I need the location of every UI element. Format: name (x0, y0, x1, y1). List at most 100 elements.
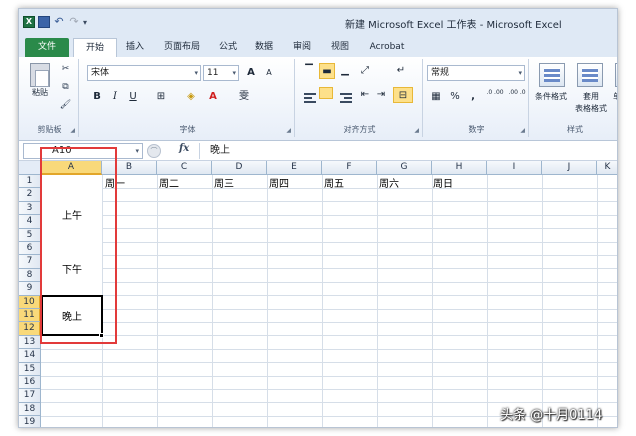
increase-indent-icon[interactable]: ⇥ (373, 87, 389, 103)
column-header-k[interactable]: K (597, 161, 617, 175)
row-header-19[interactable]: 19 (19, 416, 41, 427)
table-format-icon[interactable] (577, 63, 603, 87)
font-color-icon[interactable]: A (205, 89, 221, 105)
increase-decimal-button[interactable]: .0 .00 (485, 89, 505, 105)
tab-acrobat[interactable]: Acrobat (363, 38, 411, 57)
cancel-entry-icon[interactable]: ⌒ (147, 144, 161, 158)
column-header-g[interactable]: G (377, 161, 432, 175)
row-header-13[interactable]: 13 (19, 335, 41, 350)
row-header-9[interactable]: 9 (19, 282, 41, 296)
cell-g1[interactable]: 周六 (379, 175, 399, 190)
decrease-indent-icon[interactable]: ⇤ (357, 87, 373, 103)
undo-icon[interactable]: ↶ (53, 16, 65, 28)
format-painter-icon[interactable]: 🖌 (59, 99, 72, 112)
number-format-combo[interactable]: 常规 ▾ (427, 65, 525, 81)
orientation-icon[interactable]: ⤢ (357, 63, 373, 79)
clipboard-launcher-icon[interactable]: ◢ (70, 127, 75, 134)
underline-button[interactable]: U (125, 89, 141, 105)
cell-e1[interactable]: 周四 (269, 175, 289, 190)
insert-function-button[interactable]: fx (179, 143, 189, 154)
formula-input[interactable]: 晚上 (199, 143, 615, 159)
conditional-format-button[interactable]: 条件格式 (531, 91, 571, 102)
paste-icon (30, 63, 50, 87)
align-center-icon[interactable] (319, 87, 333, 99)
tab-data[interactable]: 数据 (247, 38, 281, 57)
tab-review[interactable]: 审阅 (285, 38, 319, 57)
redo-icon[interactable]: ↷ (68, 16, 80, 28)
customize-icon[interactable]: ▾ (83, 18, 87, 27)
chevron-down-icon: ▾ (135, 147, 139, 155)
cell-h1[interactable]: 周日 (433, 175, 453, 190)
conditional-format-icon[interactable] (539, 63, 565, 87)
excel-icon[interactable]: X (23, 16, 35, 28)
row-header-3[interactable]: 3 (19, 201, 41, 216)
cell-c1[interactable]: 周二 (159, 175, 179, 190)
shrink-font-button[interactable]: A (261, 65, 277, 81)
cut-icon[interactable]: ✂ (59, 63, 72, 76)
align-right-icon[interactable] (339, 91, 353, 103)
tab-home[interactable]: 开始 (73, 38, 117, 57)
cell-f1[interactable]: 周五 (324, 175, 344, 190)
row-header-6[interactable]: 6 (19, 242, 41, 256)
fill-color-icon[interactable]: ◈ (183, 89, 199, 105)
italic-button[interactable]: I (107, 89, 123, 105)
font-launcher-icon[interactable]: ◢ (286, 127, 291, 134)
save-icon[interactable] (38, 16, 50, 28)
comma-button[interactable]: , (465, 89, 481, 105)
accounting-icon[interactable]: ▦ (427, 89, 445, 105)
font-name-combo[interactable]: 宋体 ▾ (87, 65, 201, 81)
grow-font-button[interactable]: A (243, 65, 259, 81)
wen-button[interactable]: 雯 (233, 89, 255, 105)
wrap-text-icon[interactable]: ↵ (393, 63, 409, 79)
decrease-decimal-button[interactable]: .00 .0 (507, 89, 527, 105)
tab-view[interactable]: 视图 (323, 38, 357, 57)
column-header-d[interactable]: D (212, 161, 267, 175)
column-header-j[interactable]: J (542, 161, 597, 175)
row-header-10[interactable]: 10 (19, 295, 41, 309)
tab-formulas[interactable]: 公式 (211, 38, 245, 57)
bold-button[interactable]: B (89, 89, 105, 105)
row-header-14[interactable]: 14 (19, 349, 41, 363)
font-size-combo[interactable]: 11 ▾ (203, 65, 239, 81)
row-header-7[interactable]: 7 (19, 255, 41, 269)
chevron-down-icon: ▾ (194, 69, 198, 77)
row-header-8[interactable]: 8 (19, 268, 41, 283)
column-header-h[interactable]: H (432, 161, 487, 175)
cell-styles-icon[interactable] (615, 63, 617, 87)
align-top-icon[interactable]: ▔ (301, 63, 317, 79)
percent-button[interactable]: % (447, 89, 463, 105)
row-header-2[interactable]: 2 (19, 188, 41, 202)
row-header-17[interactable]: 17 (19, 389, 41, 403)
cell-styles-button[interactable]: 单元 (613, 91, 617, 102)
number-launcher-icon[interactable]: ◢ (520, 127, 525, 134)
align-middle-icon[interactable]: ▬ (319, 63, 335, 79)
copy-icon[interactable]: ⧉ (59, 81, 72, 94)
align-bottom-icon[interactable]: ▁ (337, 63, 353, 79)
row-header-12[interactable]: 12 (19, 322, 41, 336)
table-format-button-line2[interactable]: 表格格式 (569, 103, 613, 114)
column-header-i[interactable]: I (487, 161, 542, 175)
cell-d1[interactable]: 周三 (214, 175, 234, 190)
tab-page-layout[interactable]: 页面布局 (153, 38, 211, 57)
align-left-icon[interactable] (303, 91, 317, 103)
row-header-4[interactable]: 4 (19, 215, 41, 229)
group-number: 常规 ▾ ▦ % , .0 .00 .00 .0 数字 ◢ (425, 59, 529, 137)
merge-center-icon[interactable]: ⊟ (393, 87, 413, 103)
tab-file[interactable]: 文件 (25, 38, 69, 57)
row-header-1[interactable]: 1 (19, 175, 41, 189)
row-header-16[interactable]: 16 (19, 376, 41, 390)
row-header-11[interactable]: 11 (19, 309, 41, 323)
paste-button[interactable]: 粘贴 (25, 63, 55, 98)
row-header-18[interactable]: 18 (19, 402, 41, 417)
alignment-launcher-icon[interactable]: ◢ (414, 127, 419, 134)
select-all-corner[interactable] (19, 161, 41, 175)
column-header-c[interactable]: C (157, 161, 212, 175)
group-label-font: 字体 (179, 125, 196, 134)
table-format-button-line1[interactable]: 套用 (571, 91, 611, 102)
row-header-15[interactable]: 15 (19, 362, 41, 376)
row-header-5[interactable]: 5 (19, 228, 41, 242)
column-header-f[interactable]: F (322, 161, 377, 175)
tab-insert[interactable]: 插入 (119, 38, 151, 57)
column-header-e[interactable]: E (267, 161, 322, 175)
borders-icon[interactable]: ⊞ (153, 89, 169, 105)
